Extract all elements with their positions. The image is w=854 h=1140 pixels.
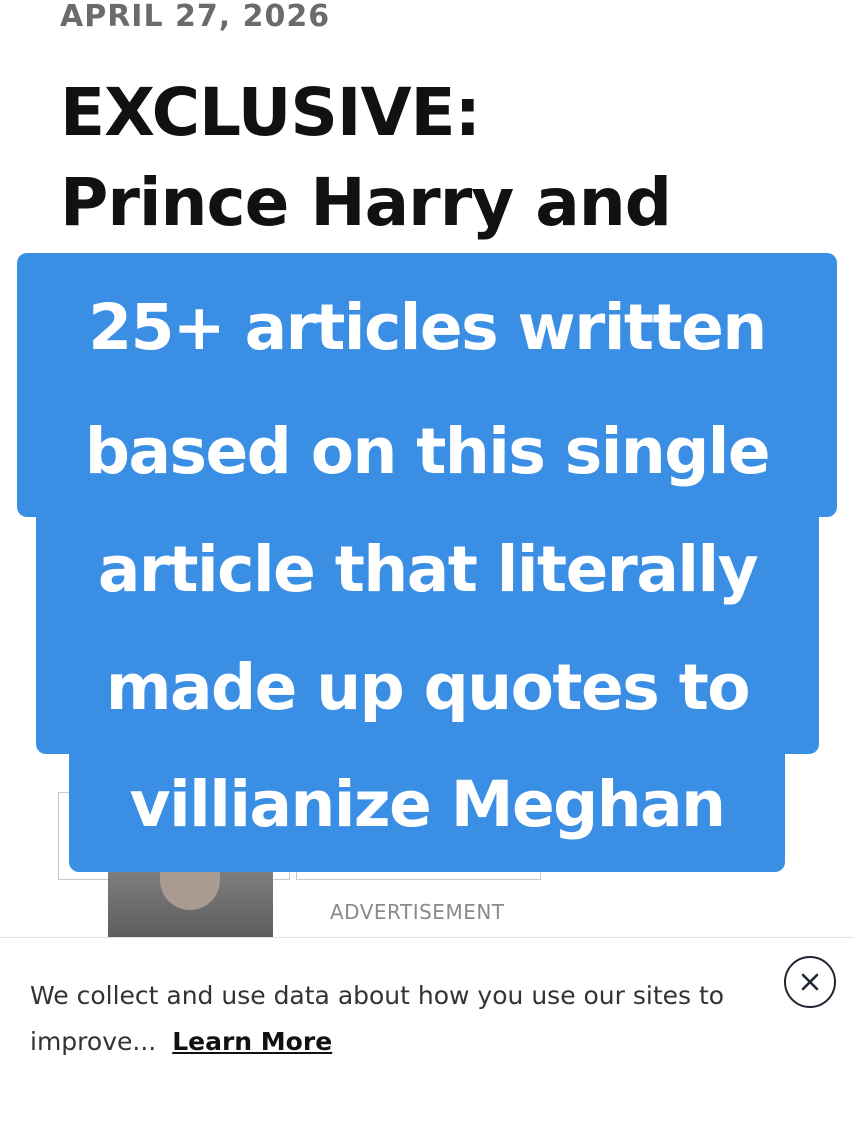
close-icon[interactable]	[784, 956, 836, 1008]
caption-line-4: made up quotes to	[36, 630, 819, 754]
advertisement-label: ADVERTISEMENT	[330, 900, 505, 924]
caption-line-5: villianize Meghan	[69, 752, 785, 872]
article-headline[interactable]: EXCLUSIVE: Prince Harry and	[60, 68, 820, 248]
close-x-glyph	[801, 973, 819, 991]
learn-more-link[interactable]: Learn More	[172, 1027, 332, 1056]
headline-line-2: Prince Harry and	[60, 164, 672, 241]
caption-line-2: based on this single	[17, 397, 837, 517]
headline-line-1: EXCLUSIVE:	[60, 74, 481, 151]
caption-line-3: article that literally	[36, 512, 819, 634]
consent-text: We collect and use data about how you us…	[30, 973, 770, 1065]
consent-message: We collect and use data about how you us…	[30, 981, 725, 1056]
article-date: APRIL 27, 2026	[60, 0, 331, 34]
caption-line-1: 25+ articles written	[17, 253, 837, 399]
